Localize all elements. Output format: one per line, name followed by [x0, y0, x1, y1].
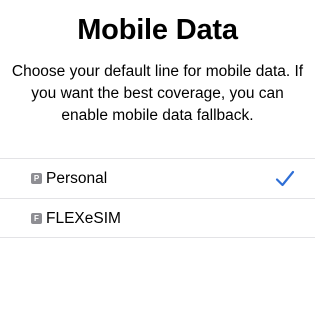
sim-badge-icon: F: [31, 213, 42, 224]
page-title: Mobile Data: [77, 14, 238, 46]
checkmark-icon: [275, 170, 295, 187]
sim-badge-icon: P: [31, 173, 42, 184]
mobile-data-screen: Mobile Data Choose your default line for…: [0, 0, 315, 315]
line-option-flexesim[interactable]: F FLEXeSIM: [0, 199, 315, 238]
line-label: FLEXeSIM: [46, 209, 121, 227]
line-label: Personal: [46, 169, 108, 187]
page-description: Choose your default line for mobile data…: [11, 63, 304, 124]
line-option-personal[interactable]: P Personal: [0, 159, 315, 199]
line-list: P Personal F FLEXeSIM: [0, 158, 315, 238]
